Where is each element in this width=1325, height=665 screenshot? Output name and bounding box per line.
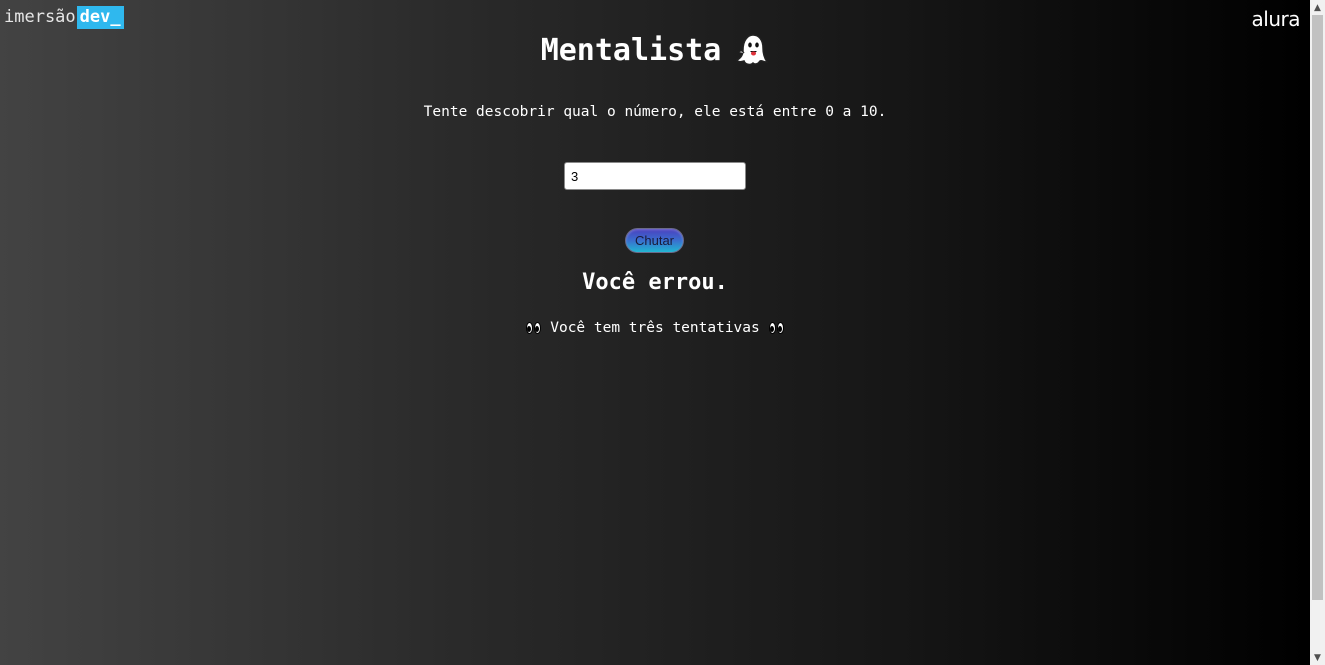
page-background: imersão dev_ alura Mentalista Tente desc… [0, 0, 1310, 665]
eyes-icon [768, 322, 784, 334]
vertical-scrollbar[interactable]: ▲ ▼ [1310, 0, 1325, 665]
imersao-dev-logo: imersão dev_ [4, 6, 124, 29]
alura-logo: alura [1251, 7, 1301, 31]
title-row: Mentalista [0, 32, 1310, 68]
scroll-down-arrow-icon[interactable]: ▼ [1310, 650, 1325, 665]
ghost-icon [735, 32, 769, 68]
dev-logo-badge: dev_ [76, 6, 124, 29]
instruction-text: Tente descobrir qual o número, ele está … [423, 104, 887, 120]
scrollbar-thumb[interactable] [1312, 15, 1323, 600]
guess-button[interactable]: Chutar [625, 228, 684, 253]
result-message: Você errou. [582, 270, 728, 295]
scroll-up-arrow-icon[interactable]: ▲ [1310, 0, 1325, 15]
eyes-icon [526, 322, 542, 334]
guess-input[interactable] [564, 162, 746, 190]
page-title: Mentalista [540, 32, 722, 68]
attempts-message: Você tem três tentativas [0, 320, 1310, 336]
imersao-logo-text: imersão [4, 7, 76, 27]
attempts-text: Você tem três tentativas [550, 320, 760, 336]
